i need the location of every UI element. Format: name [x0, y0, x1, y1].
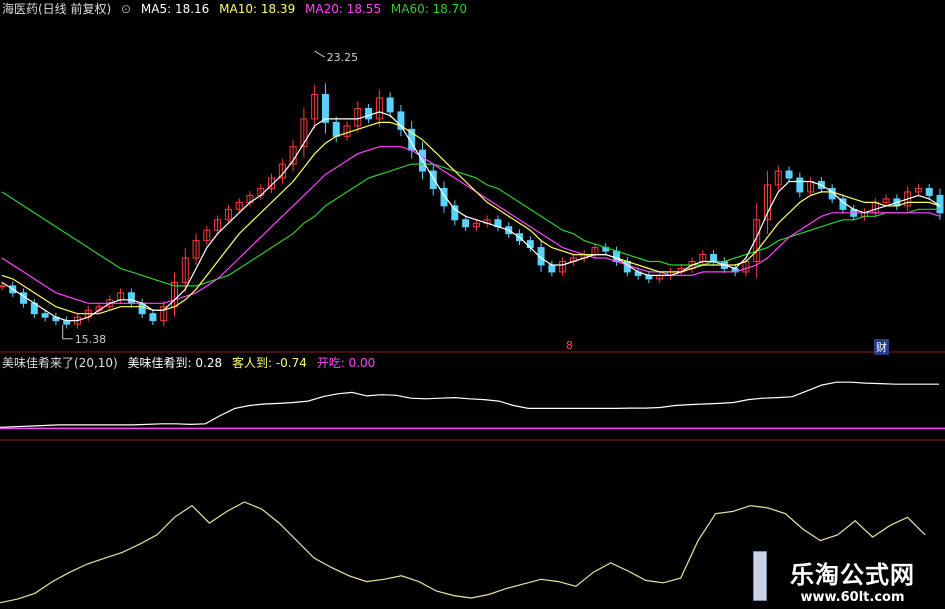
low-price-label: 15.38 — [75, 333, 107, 346]
price-legend: 海医药(日线 前复权) ⊙ MA5: 18.16 MA10: 18.39 MA2… — [2, 2, 473, 16]
candle-body — [332, 121, 340, 137]
candle-body — [526, 240, 534, 249]
candle-body — [451, 205, 459, 221]
candle-body — [149, 313, 157, 322]
candle-body — [548, 264, 556, 273]
event-marker-1[interactable]: 8 — [566, 339, 573, 352]
high-pointer — [314, 50, 325, 58]
stock-title: 海医药(日线 前复权) — [2, 2, 112, 16]
watermark-logo — [753, 551, 767, 601]
candle-body — [386, 97, 394, 113]
candle-body — [365, 107, 373, 120]
ma60-label: MA60: 18.70 — [390, 2, 467, 16]
candle-body — [710, 254, 718, 263]
candle-body — [925, 187, 933, 196]
ma5-label: MA5: 18.16 — [140, 2, 210, 16]
candle-body — [785, 170, 793, 179]
ma5-line — [1, 111, 941, 322]
ma20-line — [1, 146, 941, 304]
candle-body — [41, 313, 49, 318]
indicator-value-1: 美味佳肴到: 0.28 — [127, 356, 223, 370]
candle-body — [127, 292, 135, 304]
watermark-url: www.60lt.com — [800, 590, 905, 605]
candle-body — [796, 177, 804, 193]
watermark-text: 乐淘公式网 — [790, 561, 915, 589]
finance-marker[interactable]: 财 — [874, 339, 889, 355]
indicator-value-2: 客人到: -0.74 — [231, 356, 307, 370]
indicator-name: 美味佳肴来了(20,10) — [2, 356, 118, 370]
settings-icon[interactable]: ⊙ — [121, 2, 131, 16]
stock-chart: 23.25 15.38 — [0, 50, 945, 604]
indicator-line — [0, 381, 939, 428]
candle-body — [462, 219, 470, 228]
ma10-label: MA10: 18.39 — [219, 2, 296, 16]
watermark: 乐淘公式网 www.60lt.com — [790, 555, 915, 605]
indicator-value-3: 开吃: 0.00 — [316, 356, 376, 370]
oscillator-line — [0, 501, 926, 604]
ma20-label: MA20: 18.55 — [305, 2, 382, 16]
indicator-legend: 美味佳肴来了(20,10) 美味佳肴到: 0.28 客人到: -0.74 开吃:… — [2, 356, 381, 370]
candle-body — [0, 285, 6, 288]
high-price-label: 23.25 — [327, 51, 359, 64]
candle-body — [321, 94, 329, 123]
